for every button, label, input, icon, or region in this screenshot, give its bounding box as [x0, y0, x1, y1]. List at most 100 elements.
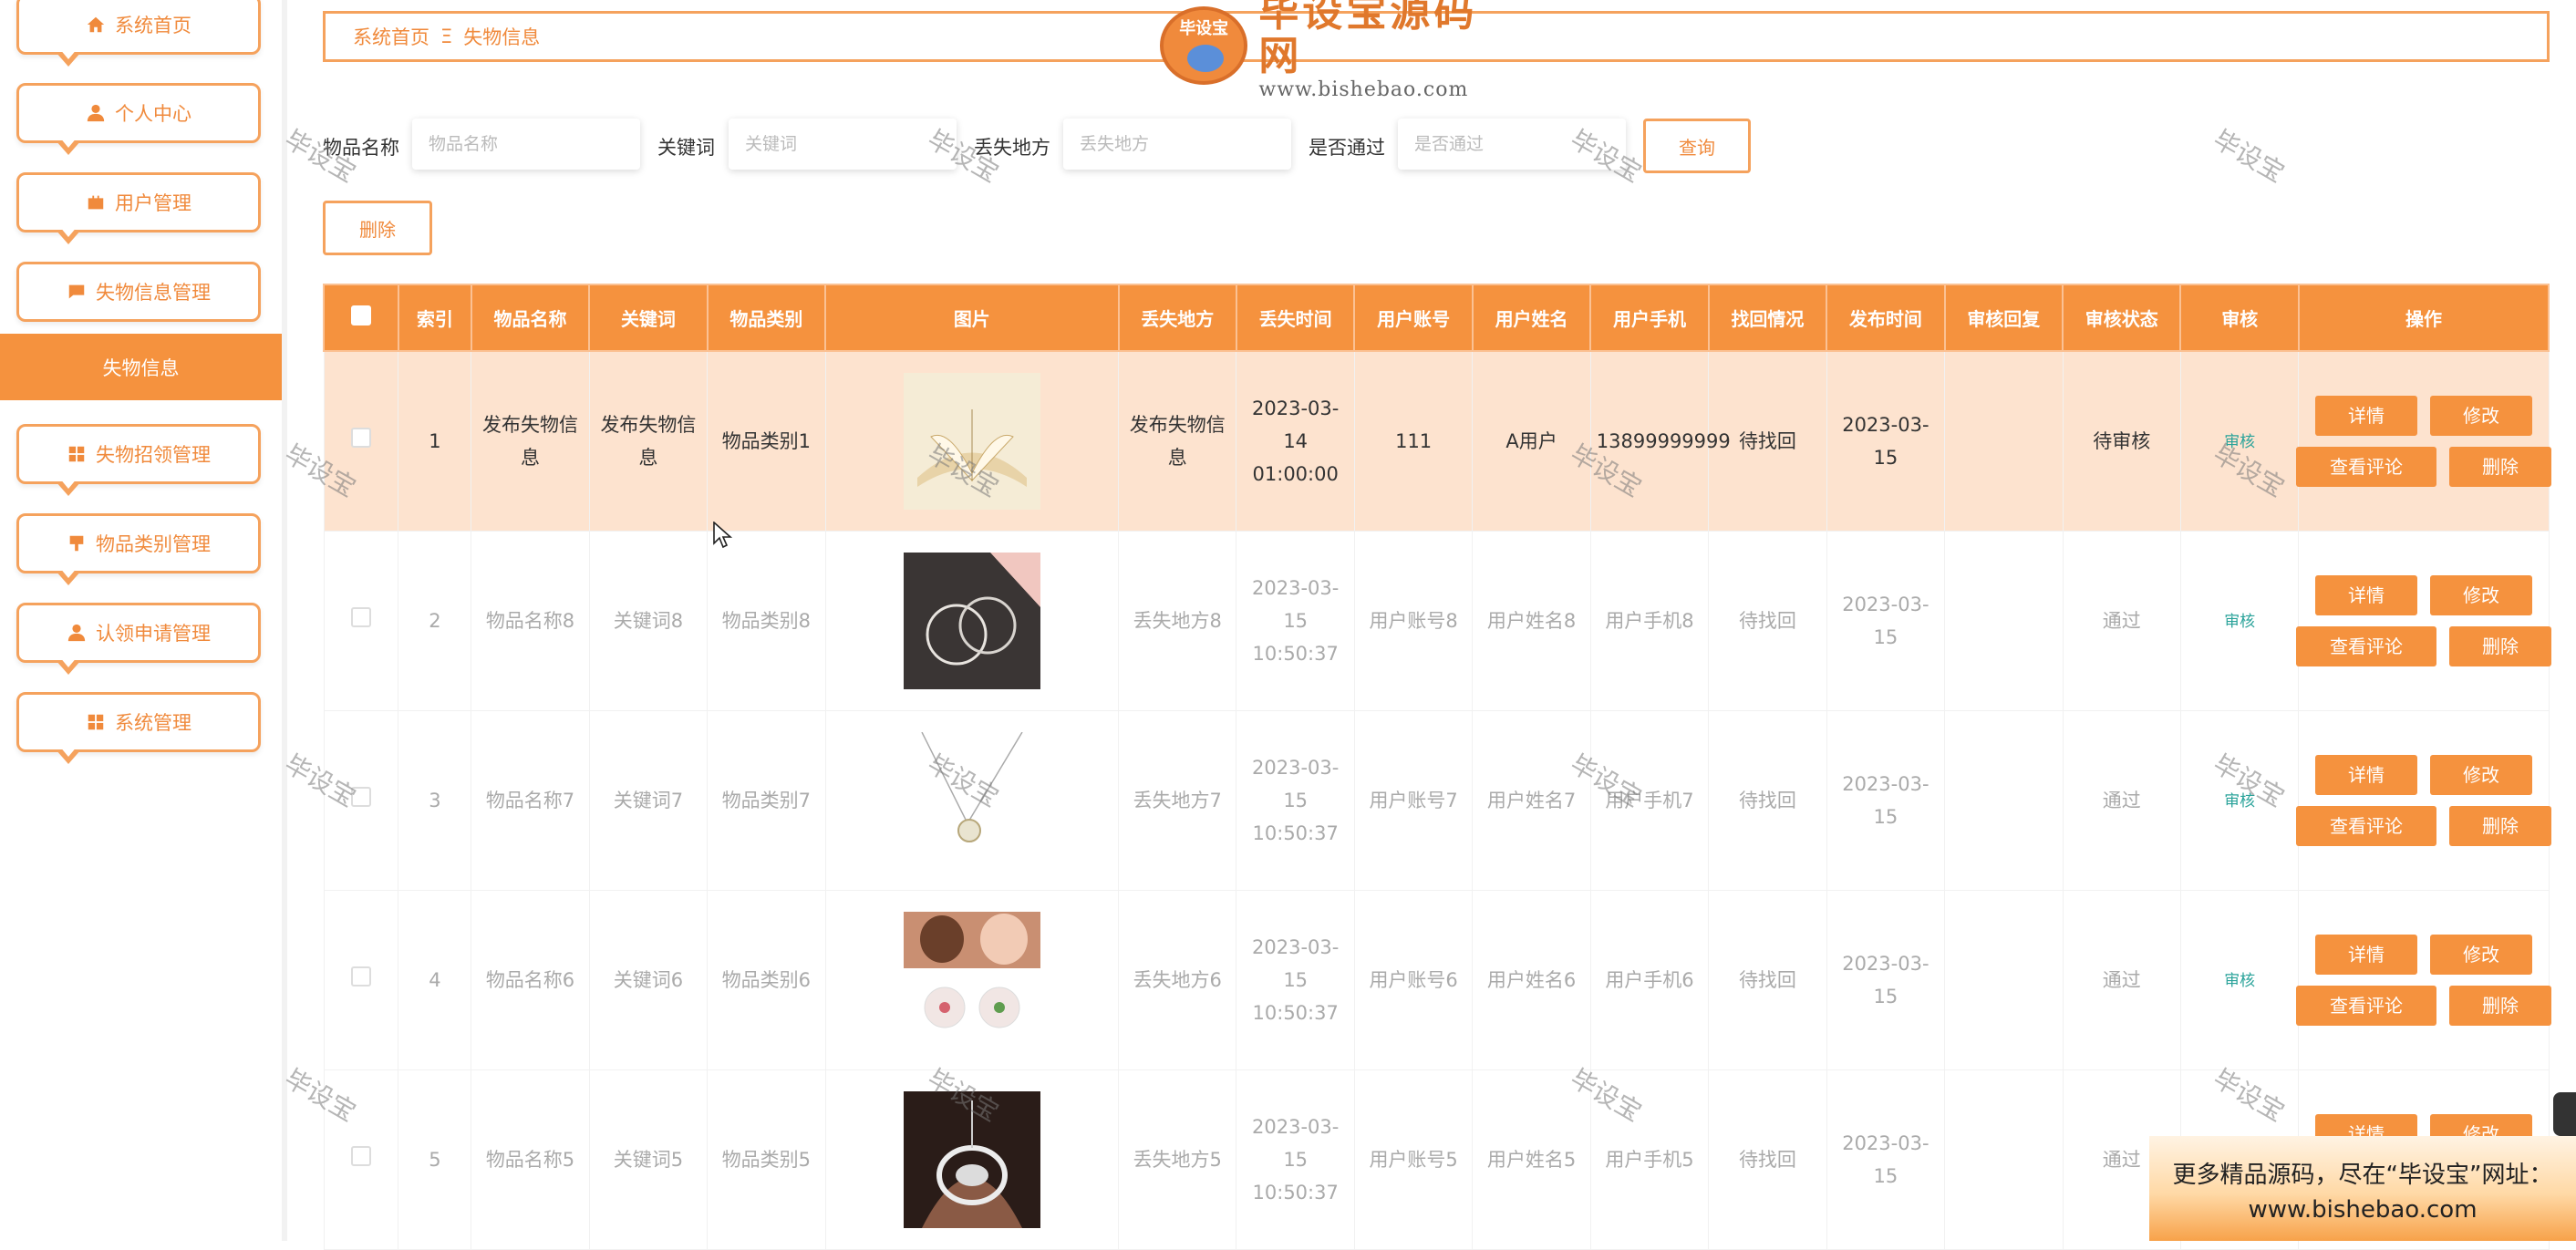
row-checkbox[interactable]: [350, 428, 371, 448]
view-comments-button[interactable]: 查看评论: [2295, 806, 2436, 846]
cell-category: 物品类别5: [707, 1069, 826, 1250]
sidebar-item-label: 系统首页: [115, 15, 191, 36]
side-tab-handle[interactable]: [2553, 1092, 2576, 1136]
row-checkbox-cell[interactable]: [323, 350, 399, 532]
delete-button[interactable]: 删除: [2448, 626, 2551, 666]
delete-button[interactable]: 删除: [2448, 447, 2551, 487]
cell-place: 丢失地方7: [1118, 710, 1237, 891]
cell-keyword: 关键词6: [588, 890, 709, 1070]
sidebar-item-claim-mgmt[interactable]: 认领申请管理: [16, 603, 261, 675]
table-row[interactable]: 3 物品名称7 关键词7 物品类别7 丢失地方7 2023-03-15 10:50:37 用…: [323, 710, 2551, 891]
tag-icon: [67, 533, 87, 553]
sidebar-item-found-mgmt[interactable]: 失物招领管理: [16, 424, 261, 496]
row-checkbox[interactable]: [350, 1146, 371, 1166]
search-label-name: 物品名称: [323, 137, 399, 159]
pendant-necklace-photo: [832, 732, 1112, 869]
select-all-cell[interactable]: [323, 284, 399, 352]
edit-button[interactable]: 修改: [2429, 935, 2532, 975]
promo-banner[interactable]: 更多精品源码，尽在“毕设宝”网址： www.bishebao.com: [2149, 1136, 2576, 1241]
row-checkbox-cell[interactable]: [323, 890, 399, 1070]
cell-lost_time: 2023-03-15 10:50:37: [1236, 890, 1355, 1070]
sidebar-item-lost-info-mgmt[interactable]: 失物信息管理: [16, 262, 261, 322]
briefcase-icon: [86, 192, 106, 212]
row-checkbox[interactable]: [350, 787, 371, 807]
table-row[interactable]: 4 物品名称6 关键词6 物品类别6 丢失地方6 2023-03-15 10:50:37 用…: [323, 890, 2551, 1070]
breadcrumb-home[interactable]: 系统首页: [353, 23, 429, 50]
sidebar-item-system-mgmt[interactable]: 系统管理: [16, 692, 261, 764]
search-label-keyword: 关键词: [657, 137, 715, 159]
sidebar-item-label: 失物信息管理: [96, 282, 211, 304]
breadcrumb-separator: Ξ: [440, 26, 453, 47]
table-row[interactable]: 2 物品名称8 关键词8 物品类别8 丢失地方8 2023-03-15 10:50:37 用…: [323, 531, 2551, 711]
batch-delete-button[interactable]: 删除: [323, 201, 432, 255]
detail-button[interactable]: 详情: [2314, 755, 2417, 795]
row-checkbox[interactable]: [350, 607, 371, 627]
site-logo: 毕设宝 毕设宝源码网 www.bishebao.com: [1160, 0, 1511, 101]
item-name-input[interactable]: [412, 119, 640, 170]
grid-icon: [86, 712, 106, 732]
cell-index: 4: [398, 890, 472, 1070]
row-checkbox-cell[interactable]: [323, 531, 399, 711]
cell-index: 3: [398, 710, 472, 891]
sidebar-item-label: 系统管理: [115, 712, 191, 734]
sidebar-item-personal[interactable]: 个人中心: [16, 83, 261, 155]
audit-link[interactable]: 审核: [2224, 972, 2255, 990]
audit-cell: 审核: [2179, 890, 2300, 1070]
edit-button[interactable]: 修改: [2429, 575, 2532, 615]
cell-username: 用户姓名5: [1472, 1069, 1591, 1250]
keyword-input[interactable]: [729, 119, 957, 170]
view-comments-button[interactable]: 查看评论: [2295, 986, 2436, 1026]
detail-button[interactable]: 详情: [2314, 935, 2417, 975]
audit-link[interactable]: 审核: [2224, 613, 2255, 631]
cell-lost_time: 2023-03-15 10:50:37: [1236, 1069, 1355, 1250]
view-comments-button[interactable]: 查看评论: [2295, 447, 2436, 487]
delete-button[interactable]: 删除: [2448, 806, 2551, 846]
column-header: 丢失地方: [1117, 284, 1237, 352]
cell-username: 用户姓名6: [1472, 890, 1591, 1070]
promo-line-2: www.bishebao.com: [2248, 1196, 2478, 1224]
row-checkbox-cell[interactable]: [323, 710, 399, 891]
sidebar-item-category-mgmt[interactable]: 物品类别管理: [16, 513, 261, 585]
cell-index: 2: [398, 531, 472, 711]
audit-link[interactable]: 审核: [2224, 792, 2255, 811]
audit-cell: 审核: [2179, 531, 2300, 711]
image-cell: [824, 350, 1120, 532]
cell-place: 丢失地方6: [1118, 890, 1237, 1070]
detail-button[interactable]: 详情: [2314, 575, 2417, 615]
column-header: 图片: [824, 284, 1120, 352]
cell-lost_time: 2023-03-15 10:50:37: [1236, 710, 1355, 891]
sidebar-item-label: 个人中心: [115, 103, 191, 125]
cell-keyword: 关键词7: [588, 710, 709, 891]
cell-publish: 2023-03-15: [1826, 1069, 1946, 1250]
audit-cell: 审核: [2179, 710, 2300, 891]
edit-button[interactable]: 修改: [2429, 396, 2532, 436]
edit-button[interactable]: 修改: [2429, 755, 2532, 795]
cell-reply: [1944, 890, 2064, 1070]
select-all-checkbox[interactable]: [350, 305, 371, 325]
actions-cell: 详情修改查看评论删除: [2295, 890, 2551, 1070]
sidebar-item-lost-info[interactable]: 失物信息: [0, 334, 282, 400]
search-label-approved: 是否通过: [1309, 137, 1385, 159]
image-cell: [824, 1069, 1120, 1250]
logo-badge: 毕设宝: [1160, 6, 1248, 85]
column-header: 物品名称: [470, 284, 591, 352]
cell-reply: [1944, 710, 2064, 891]
lost-place-input[interactable]: [1063, 119, 1291, 170]
sidebar-item-home[interactable]: 系统首页: [16, 0, 261, 67]
query-button[interactable]: 查询: [1643, 119, 1751, 173]
delete-button[interactable]: 删除: [2448, 986, 2551, 1026]
table-row[interactable]: 1 发布失物信息 发布失物信息 物品类别1 发布失物信息 2023-03-14 01:00…: [323, 350, 2551, 532]
row-checkbox[interactable]: [350, 966, 371, 987]
view-comments-button[interactable]: 查看评论: [2295, 626, 2436, 666]
sidebar-item-label: 失物招领管理: [96, 444, 211, 466]
approved-input[interactable]: [1398, 119, 1626, 170]
column-header: 物品类别: [706, 284, 827, 352]
image-cell: [824, 710, 1120, 891]
audit-link[interactable]: 审核: [2224, 433, 2255, 451]
cell-keyword: 发布失物信息: [588, 350, 709, 532]
cell-name: 物品名称6: [471, 890, 590, 1070]
row-checkbox-cell[interactable]: [323, 1069, 399, 1250]
column-header: 审核回复: [1943, 284, 2064, 352]
detail-button[interactable]: 详情: [2314, 396, 2417, 436]
sidebar-item-users[interactable]: 用户管理: [16, 172, 261, 244]
